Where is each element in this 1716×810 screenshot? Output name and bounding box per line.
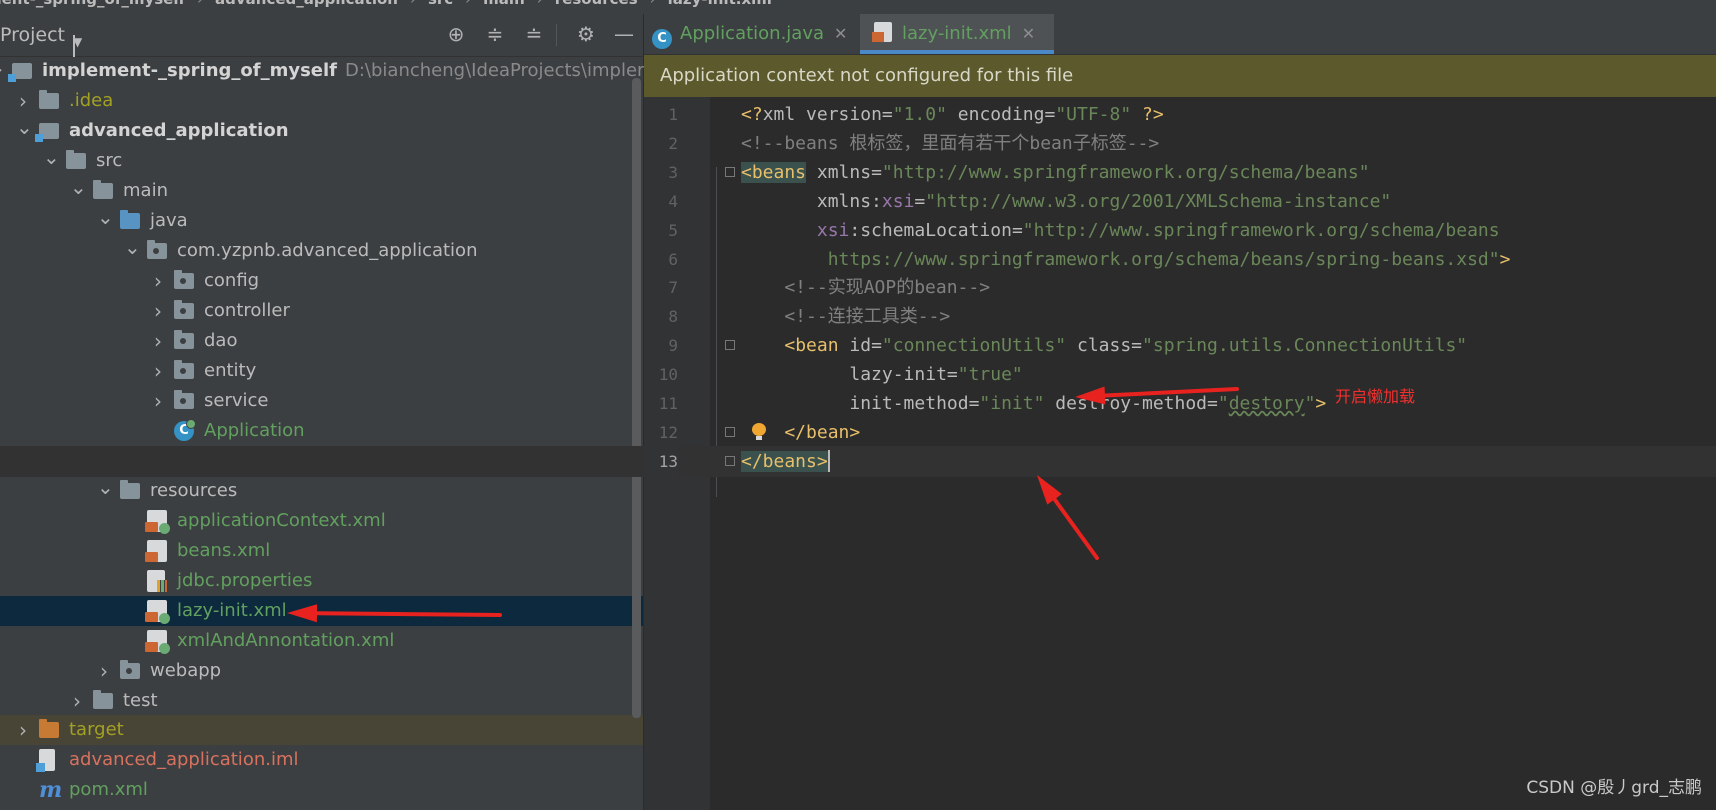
annotation-arrows <box>287 386 1239 623</box>
annotation-arrow-shaft <box>1102 387 1239 398</box>
annotation-arrow-head <box>1075 386 1106 405</box>
annotation-arrow-head <box>287 604 318 623</box>
annotation-arrow-head <box>1037 475 1062 505</box>
annotation-arrow-shaft <box>314 611 502 617</box>
annotation-arrow-shaft <box>1052 497 1099 560</box>
